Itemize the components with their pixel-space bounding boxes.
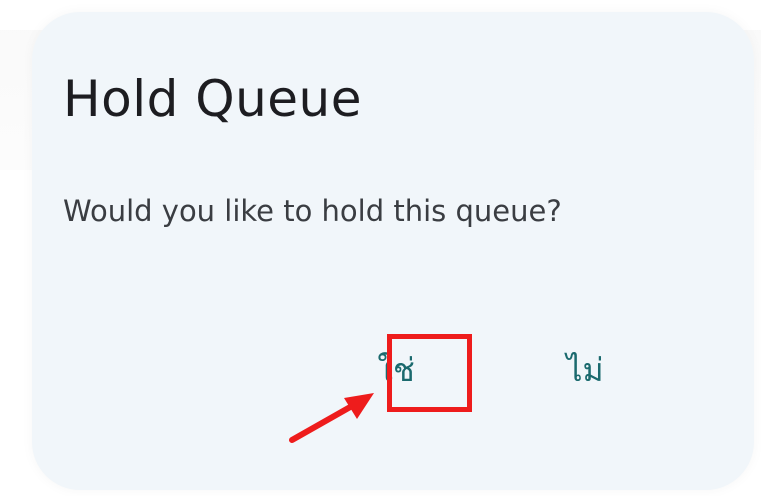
cancel-button[interactable]: ไม่ bbox=[551, 335, 619, 405]
confirm-button[interactable]: ใช่ bbox=[356, 335, 436, 405]
dialog-message: Would you like to hold this queue? bbox=[63, 194, 562, 228]
dialog-title: Hold Queue bbox=[63, 70, 362, 128]
